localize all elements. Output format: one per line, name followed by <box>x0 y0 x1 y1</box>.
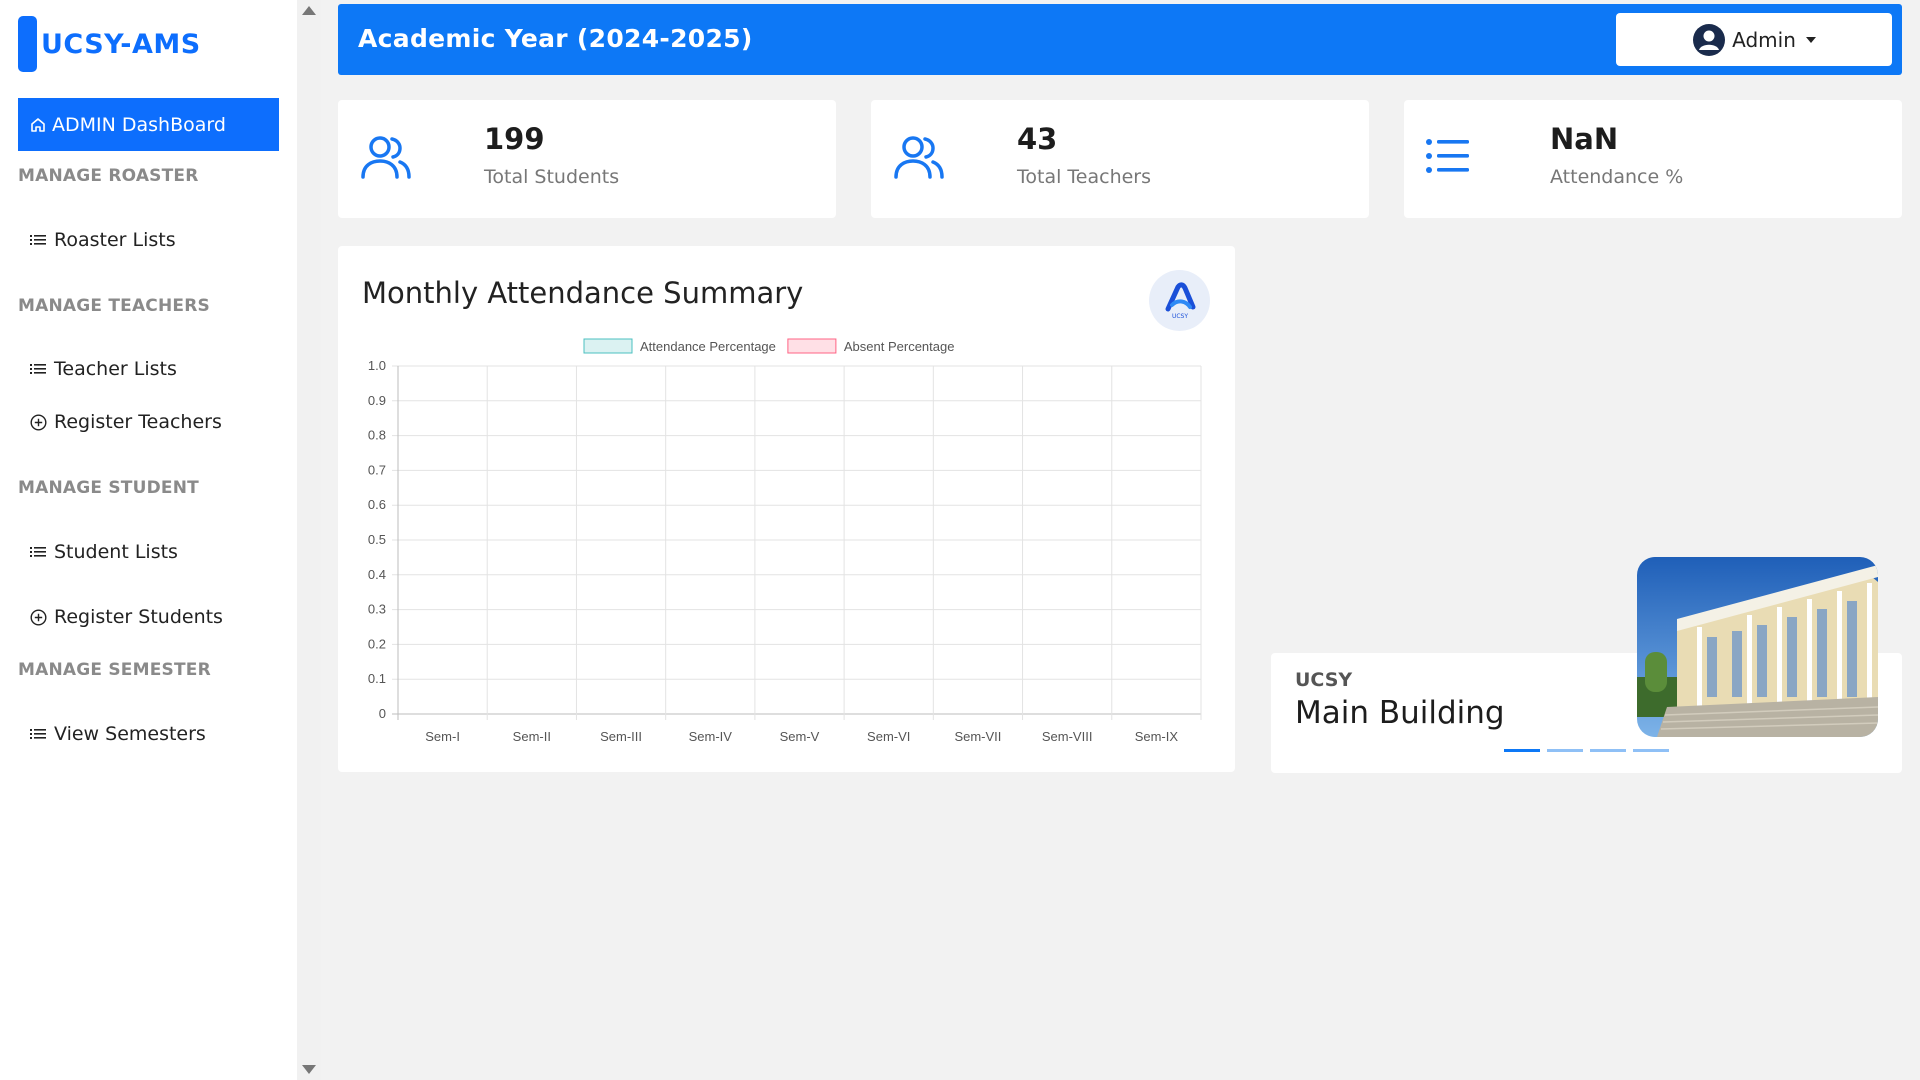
sidebar-item-label: Student Lists <box>54 541 178 563</box>
sidebar-item-register-students[interactable]: Register Students <box>30 606 223 628</box>
stat-card-attendance: NaN Attendance % <box>1404 100 1902 218</box>
y-tick-label: 0 <box>379 706 386 721</box>
section-title-teachers: MANAGE TEACHERS <box>18 296 210 316</box>
y-tick-label: 0.9 <box>368 393 386 408</box>
sidebar-item-admin-dashboard[interactable]: ADMIN DashBoard <box>18 98 279 151</box>
sidebar-item-register-teachers[interactable]: Register Teachers <box>30 411 222 433</box>
legend-attendance-label: Attendance Percentage <box>640 339 776 354</box>
section-title-student: MANAGE STUDENT <box>18 478 199 498</box>
sidebar-item-label: ADMIN DashBoard <box>52 113 226 136</box>
x-tick-label: Sem-IV <box>689 729 733 744</box>
legend-absent-label: Absent Percentage <box>844 339 955 354</box>
x-tick-label: Sem-VIII <box>1042 729 1093 744</box>
attendance-chart-card: Monthly Attendance Summary UCSY 0 0.1 0.2 0… <box>338 246 1235 772</box>
x-tick-label: Sem-IX <box>1135 729 1179 744</box>
total-teachers-label: Total Teachers <box>1017 166 1152 188</box>
carousel-dot[interactable] <box>1590 749 1626 752</box>
list-icon <box>1426 138 1470 178</box>
sidebar-item-label: Roaster Lists <box>54 229 176 251</box>
stat-card-students: 199 Total Students <box>338 100 836 218</box>
scroll-down-arrow-icon[interactable] <box>302 1065 316 1074</box>
sidebar-item-view-semesters[interactable]: View Semesters <box>30 723 206 745</box>
attendance-value: NaN <box>1550 122 1619 156</box>
y-tick-label: 0.4 <box>368 567 386 582</box>
attendance-bar-chart: 0 0.1 0.2 0.3 0.4 0.5 0.6 0.7 0.8 0.9 1.0 Sem-I Sem-… <box>368 338 1202 744</box>
y-tick-label: 0.3 <box>368 602 386 617</box>
users-icon <box>893 135 945 185</box>
carousel-title: Main Building <box>1295 695 1505 731</box>
carousel-dot[interactable] <box>1633 749 1669 752</box>
sidebar-item-label: View Semesters <box>54 723 206 745</box>
brand-name: UCSY-AMS <box>41 28 201 60</box>
x-tick-label: Sem-I <box>425 729 460 744</box>
home-icon <box>30 117 46 133</box>
list-icon <box>30 545 50 559</box>
sidebar-scrollbar[interactable] <box>297 0 321 1080</box>
stat-card-teachers: 43 Total Teachers <box>871 100 1369 218</box>
main-building-photo <box>1637 557 1878 737</box>
carousel-dot[interactable] <box>1547 749 1583 752</box>
brand-bar <box>18 16 37 72</box>
brand-logo[interactable]: UCSY-AMS <box>18 16 201 72</box>
x-tick-label: Sem-V <box>780 729 820 744</box>
y-tick-label: 0.5 <box>368 532 386 547</box>
section-title-roaster: MANAGE ROASTER <box>18 166 199 186</box>
sidebar-item-student-lists[interactable]: Student Lists <box>30 541 178 563</box>
y-tick-label: 0.2 <box>368 636 386 651</box>
scroll-up-arrow-icon[interactable] <box>302 6 316 15</box>
attendance-label: Attendance % <box>1550 166 1684 188</box>
y-tick-label: 0.7 <box>368 462 386 477</box>
caret-down-icon <box>1805 36 1816 43</box>
legend-attendance-swatch <box>583 338 633 354</box>
sidebar-item-label: Register Teachers <box>54 411 222 433</box>
y-tick-label: 0.6 <box>368 497 386 512</box>
x-tick-label: Sem-VII <box>954 729 1001 744</box>
y-tick-label: 0.8 <box>368 428 386 443</box>
plus-circle-icon <box>30 413 50 431</box>
section-title-semester: MANAGE SEMESTER <box>18 660 211 680</box>
sidebar-item-teacher-lists[interactable]: Teacher Lists <box>30 358 177 380</box>
carousel-subtitle: UCSY <box>1295 669 1353 691</box>
sidebar-item-label: Teacher Lists <box>54 358 177 380</box>
users-icon <box>360 135 412 185</box>
sidebar: UCSY-AMS ADMIN DashBoard MANAGE ROASTER … <box>0 0 297 1080</box>
carousel-indicators <box>1504 749 1669 752</box>
x-tick-label: Sem-II <box>513 729 551 744</box>
sidebar-item-label: Register Students <box>54 606 223 628</box>
admin-name: Admin <box>1732 27 1796 52</box>
user-avatar-icon <box>1692 23 1726 57</box>
list-icon <box>30 233 50 247</box>
admin-dropdown-button[interactable]: Admin <box>1616 13 1892 66</box>
list-icon <box>30 727 50 741</box>
y-tick-label: 1.0 <box>368 358 386 373</box>
legend-absent-swatch <box>787 338 837 354</box>
top-header: Academic Year (2024-2025) Admin <box>338 4 1902 75</box>
plus-circle-icon <box>30 608 50 626</box>
y-tick-label: 0.1 <box>368 671 386 686</box>
carousel-dot[interactable] <box>1504 749 1540 752</box>
x-tick-label: Sem-III <box>600 729 642 744</box>
total-teachers-value: 43 <box>1017 122 1058 156</box>
x-tick-label: Sem-VI <box>867 729 910 744</box>
academic-year-title: Academic Year (2024-2025) <box>358 24 753 53</box>
total-students-value: 199 <box>484 122 545 156</box>
list-icon <box>30 362 50 376</box>
total-students-label: Total Students <box>484 166 620 188</box>
sidebar-item-roaster-lists[interactable]: Roaster Lists <box>30 229 176 251</box>
